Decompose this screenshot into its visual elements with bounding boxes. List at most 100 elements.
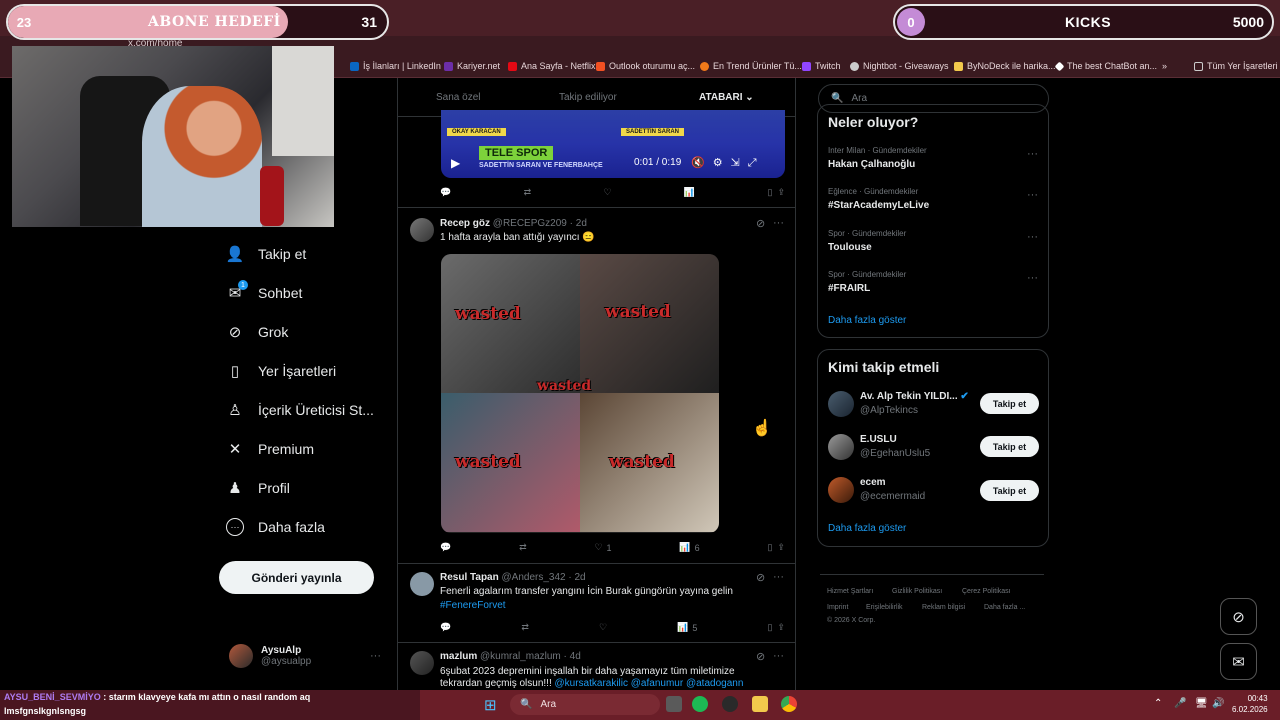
trend-more-icon[interactable]: ···: [1027, 148, 1038, 160]
play-icon[interactable]: ▶: [451, 156, 460, 170]
grok-small-icon[interactable]: ⊘: [756, 571, 765, 584]
tweet-video[interactable]: OKAY KARACAN SADETTİN SARAN TELE SPOR SA…: [441, 110, 785, 178]
tab-following[interactable]: Takip ediliyor: [559, 92, 617, 103]
tweet-avatar[interactable]: [410, 218, 434, 242]
bookmark-trendyol[interactable]: En Trend Ürünler Tü...: [700, 61, 802, 71]
nav-chat[interactable]: ✉ 1 Sohbet: [226, 280, 302, 302]
spotify-icon[interactable]: [692, 696, 708, 712]
trend-item[interactable]: #StarAcademyLeLive: [828, 200, 929, 211]
trend-item[interactable]: Hakan Çalhanoğlu: [828, 159, 915, 170]
follow-button[interactable]: Takip et: [980, 480, 1039, 501]
tweet-more-icon[interactable]: ···: [773, 571, 784, 583]
footer-link[interactable]: Gizlilik Politikası: [892, 588, 942, 595]
footer-link[interactable]: Hizmet Şartları: [827, 588, 873, 595]
reply-icon[interactable]: 💬: [440, 542, 451, 553]
tweet-author[interactable]: mazlum @kumral_mazlum · 4d: [440, 651, 581, 662]
nav-creator-studio[interactable]: ♙ İçerik Üreticisi St...: [226, 401, 374, 419]
nav-premium[interactable]: ✕ Premium: [226, 440, 314, 458]
retweet-icon[interactable]: ⇄: [519, 542, 527, 553]
grok-small-icon[interactable]: ⊘: [756, 217, 765, 230]
reply-icon[interactable]: 💬: [440, 622, 451, 633]
avatar[interactable]: [828, 434, 854, 460]
footer-link[interactable]: Reklam bilgisi: [922, 604, 965, 611]
copyright: © 2026 X Corp.: [827, 617, 876, 624]
tweet-avatar[interactable]: [410, 651, 434, 675]
volume-icon[interactable]: 🔊: [1212, 698, 1224, 709]
taskbar-clock[interactable]: 00:43 6.02.2026: [1232, 693, 1268, 715]
tweet-author[interactable]: Recep göz @RECEPGz209 · 2d: [440, 218, 587, 229]
who-to-follow-show-more[interactable]: Daha fazla göster: [828, 523, 906, 534]
nav-follow[interactable]: 👤 Takip et: [226, 245, 307, 263]
nav-more[interactable]: ··· Daha fazla: [226, 518, 325, 536]
footer-link[interactable]: Imprint: [827, 604, 848, 611]
grok-fab-icon[interactable]: ⊘: [1220, 598, 1257, 635]
file-explorer-icon[interactable]: [752, 696, 768, 712]
video-controls[interactable]: 🔇⚙⇲⤢: [691, 156, 765, 170]
taskbar-search[interactable]: 🔍 Ara: [510, 694, 660, 715]
like-icon[interactable]: ♡: [599, 622, 607, 633]
steam-icon[interactable]: [722, 696, 738, 712]
bookmark-netflix[interactable]: Ana Sayfa - Netflix: [508, 61, 596, 71]
like-icon[interactable]: ♡: [603, 187, 611, 198]
tweet-avatar[interactable]: [410, 572, 434, 596]
account-switcher[interactable]: AysuAlp @aysualpp: [229, 644, 311, 668]
grok-small-icon[interactable]: ⊘: [756, 650, 765, 663]
suggested-user-name[interactable]: ecem: [860, 477, 886, 488]
retweet-icon[interactable]: ⇄: [524, 187, 532, 198]
netflix-icon: [508, 61, 517, 71]
follow-button[interactable]: Takip et: [980, 393, 1039, 414]
bookmark-twitch[interactable]: Twitch: [802, 61, 841, 71]
tweet-more-icon[interactable]: ···: [773, 650, 784, 662]
task-view-icon[interactable]: [666, 696, 682, 712]
network-icon[interactable]: 🖥: [1195, 698, 1208, 709]
bookmark-icon[interactable]: ▯ ⇪: [767, 542, 785, 553]
messages-fab-icon[interactable]: ✉: [1220, 643, 1257, 680]
bookmark-outlook[interactable]: Outlook oturumu aç...: [596, 61, 695, 71]
nav-grok[interactable]: ⊘ Grok: [226, 323, 289, 341]
tweet-image[interactable]: wasted wasted wasted wasted wasted: [441, 254, 719, 533]
trend-item[interactable]: Toulouse: [828, 242, 872, 253]
avatar[interactable]: [828, 391, 854, 417]
wasted-label: wasted: [609, 452, 675, 472]
tab-atabari[interactable]: ATABARI ⌄: [699, 92, 754, 103]
suggested-user-name[interactable]: E.USLU: [860, 434, 897, 445]
tweet-more-icon[interactable]: ···: [773, 217, 784, 229]
tweet-hashtag[interactable]: #FenereForvet: [440, 599, 506, 613]
footer-link[interactable]: Daha fazla ...: [984, 604, 1025, 611]
tray-chevron-icon[interactable]: ⌃: [1154, 698, 1162, 709]
trend-more-icon[interactable]: ···: [1027, 272, 1038, 284]
nav-bookmarks[interactable]: ▯ Yer İşaretleri: [226, 362, 336, 380]
trend-item[interactable]: #FRAIRL: [828, 283, 870, 294]
microphone-icon[interactable]: 🎤: [1174, 698, 1186, 709]
views-icon[interactable]: 📊 6: [679, 542, 699, 553]
suggested-user-name[interactable]: Av. Alp Tekin YILDI... ✔: [860, 391, 969, 402]
all-bookmarks[interactable]: Tüm Yer İşaretleri: [1194, 61, 1278, 71]
account-more-icon[interactable]: ···: [370, 650, 381, 662]
post-button[interactable]: Gönderi yayınla: [219, 561, 374, 594]
bookmark-icon[interactable]: ▯ ⇪: [768, 187, 786, 198]
bookmark-chatbot[interactable]: The best ChatBot an...: [1054, 61, 1157, 71]
like-icon[interactable]: ♡ 1: [594, 542, 611, 553]
windows-start-icon[interactable]: ⊞: [484, 696, 497, 714]
views-icon[interactable]: 📊 5: [677, 622, 697, 633]
bookmark-kariyer[interactable]: Kariyer.net: [444, 61, 500, 71]
follow-button[interactable]: Takip et: [980, 436, 1039, 457]
chrome-icon[interactable]: [781, 696, 797, 712]
footer-link[interactable]: Çerez Politikası: [962, 588, 1011, 595]
trends-show-more[interactable]: Daha fazla göster: [828, 315, 906, 326]
avatar[interactable]: [828, 477, 854, 503]
bookmark-bynodeck[interactable]: ByNoDeck ile harika...: [954, 61, 1056, 71]
reply-icon[interactable]: 💬: [440, 187, 451, 198]
footer-link[interactable]: Erişilebilirlik: [866, 604, 903, 611]
bookmark-icon[interactable]: ▯ ⇪: [767, 622, 785, 633]
bookmarks-more[interactable]: »: [1162, 61, 1167, 71]
views-icon[interactable]: 📊: [684, 187, 695, 198]
retweet-icon[interactable]: ⇄: [521, 622, 529, 633]
tab-for-you[interactable]: Sana özel: [436, 92, 480, 103]
bookmark-nightbot[interactable]: Nightbot - Giveaways: [850, 61, 949, 71]
nav-profile[interactable]: ♟ Profil: [226, 479, 290, 497]
bookmark-linkedin[interactable]: İş İlanları | LinkedIn: [350, 61, 441, 71]
tweet-author[interactable]: Resul Tapan @Anders_342 · 2d: [440, 572, 586, 583]
trend-more-icon[interactable]: ···: [1027, 189, 1038, 201]
trend-more-icon[interactable]: ···: [1027, 231, 1038, 243]
